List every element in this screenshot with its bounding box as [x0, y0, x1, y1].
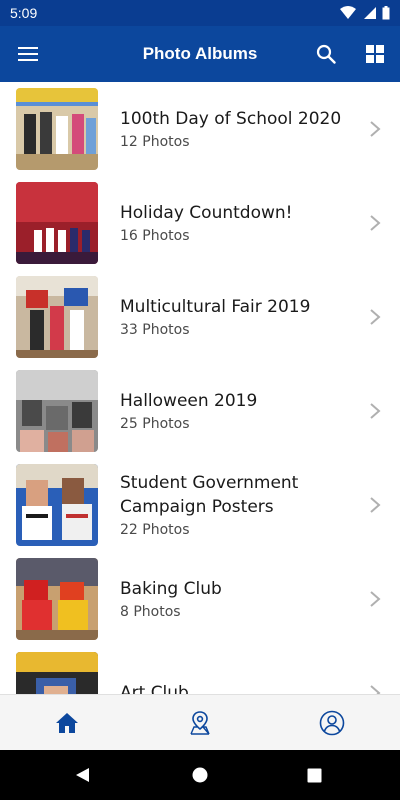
album-text: Art Club [120, 646, 356, 695]
album-thumbnail [16, 464, 98, 546]
chevron-right-icon [370, 591, 381, 607]
album-text: Baking Club 8 Photos [120, 552, 356, 646]
album-photo-count: 33 Photos [120, 321, 190, 338]
album-thumbnail [16, 276, 98, 358]
album-thumbnail [16, 182, 98, 264]
album-text: 100th Day of School 2020 12 Photos [120, 82, 356, 176]
chevron-right-icon [370, 497, 381, 513]
chevron-right-icon [370, 403, 381, 419]
album-photo-count: 25 Photos [120, 415, 190, 432]
album-thumbnail [16, 370, 98, 452]
wifi-icon [340, 6, 356, 19]
profile-icon [319, 710, 345, 736]
album-list: 100th Day of School 2020 12 Photos Holid… [0, 82, 400, 694]
menu-button[interactable] [12, 38, 44, 70]
album-row[interactable]: Multicultural Fair 2019 33 Photos [0, 270, 400, 364]
grid-view-icon [366, 45, 384, 63]
search-button[interactable] [310, 38, 342, 70]
status-bar: 5:09 [0, 0, 400, 26]
bottom-navigation [0, 694, 400, 750]
album-photo-count: 22 Photos [120, 521, 190, 538]
status-time: 5:09 [10, 5, 38, 21]
album-thumbnail [16, 88, 98, 170]
album-photo-count: 12 Photos [120, 133, 190, 150]
grid-view-button[interactable] [359, 38, 391, 70]
album-title: 100th Day of School 2020 [120, 108, 342, 129]
recent-apps-icon[interactable] [307, 768, 322, 783]
album-title: Halloween 2019 [120, 390, 258, 411]
album-row[interactable]: Student Government Campaign Posters 22 P… [0, 458, 400, 552]
home-icon [56, 713, 78, 733]
album-row[interactable]: Baking Club 8 Photos [0, 552, 400, 646]
back-icon[interactable] [74, 767, 90, 783]
chevron-right-icon [370, 121, 381, 137]
album-title: Holiday Countdown! [120, 202, 293, 223]
menu-icon [18, 47, 38, 61]
album-thumbnail [16, 652, 98, 694]
home-circle-icon[interactable] [192, 767, 208, 783]
album-row[interactable]: Art Club [0, 646, 400, 694]
chevron-right-icon [370, 685, 381, 694]
album-thumbnail [16, 558, 98, 640]
cellular-signal-icon [364, 7, 376, 19]
album-title: Baking Club [120, 578, 222, 599]
chevron-right-icon [370, 215, 381, 231]
nav-home-button[interactable] [53, 709, 81, 737]
map-pin-icon [190, 711, 210, 735]
album-row[interactable]: Halloween 2019 25 Photos [0, 364, 400, 458]
chevron-right-icon [370, 309, 381, 325]
album-photo-count: 8 Photos [120, 603, 181, 620]
album-text: Holiday Countdown! 16 Photos [120, 176, 356, 270]
album-row[interactable]: Holiday Countdown! 16 Photos [0, 176, 400, 270]
album-text: Student Government Campaign Posters 22 P… [120, 458, 356, 552]
nav-locations-button[interactable] [186, 709, 214, 737]
album-title: Multicultural Fair 2019 [120, 296, 311, 317]
album-photo-count: 16 Photos [120, 227, 190, 244]
system-navigation-bar [0, 750, 400, 800]
album-row[interactable]: 100th Day of School 2020 12 Photos [0, 82, 400, 176]
battery-icon [382, 6, 390, 20]
nav-profile-button[interactable] [318, 709, 346, 737]
album-text: Halloween 2019 25 Photos [120, 364, 356, 458]
app-bar: Photo Albums [0, 26, 400, 82]
search-icon [316, 44, 336, 64]
album-title: Art Club [120, 682, 189, 695]
status-icons [340, 6, 390, 20]
album-title: Student Government Campaign Posters [120, 472, 299, 517]
album-text: Multicultural Fair 2019 33 Photos [120, 270, 356, 364]
